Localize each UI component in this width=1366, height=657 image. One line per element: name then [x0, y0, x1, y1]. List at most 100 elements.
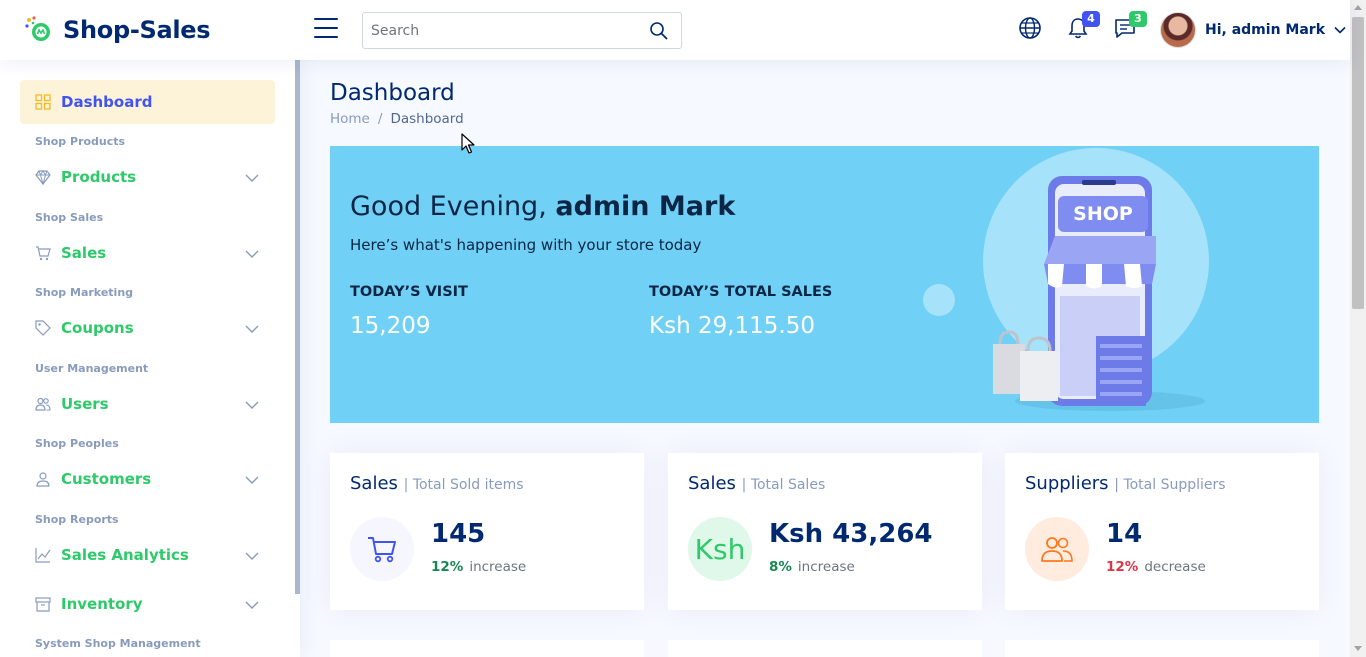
card-icon-circle: Ksh: [688, 517, 752, 581]
tag-icon: [35, 320, 51, 336]
brand-logo[interactable]: Shop-Sales: [24, 14, 211, 46]
search-button[interactable]: [649, 21, 669, 41]
card-title: Sales | Total Sold items: [350, 473, 524, 494]
hamburger-line: [314, 27, 338, 29]
globe-icon: [1019, 17, 1041, 39]
card-stub: [1005, 640, 1319, 657]
sidebar-heading-system-management: System Shop Management: [35, 637, 201, 650]
messages-badge: 3: [1129, 11, 1147, 27]
breadcrumb-home-link[interactable]: Home: [330, 111, 370, 127]
users-icon: [35, 396, 51, 412]
card-value: 14: [1106, 519, 1143, 549]
greeting-prefix: Good Evening,: [350, 191, 547, 222]
chevron-down-icon: [245, 250, 259, 258]
notifications-badge: 4: [1082, 11, 1100, 27]
card-change-percent: 12%: [1106, 559, 1139, 575]
card-change: 12% increase: [431, 559, 526, 575]
sidebar-toggle-button[interactable]: [314, 18, 338, 40]
sidebar-item-coupons[interactable]: Coupons: [20, 306, 275, 350]
search-icon: [650, 22, 668, 40]
breadcrumb-current: Dashboard: [390, 111, 464, 127]
sidebar: Dashboard Shop Products Products Shop Sa…: [0, 60, 300, 657]
profile-name: Hi, admin Mark: [1205, 22, 1325, 38]
breadcrumb: Home / Dashboard: [330, 111, 464, 127]
card-icon-circle: [1025, 517, 1089, 581]
sidebar-item-label: Dashboard: [61, 93, 153, 111]
top-header: Shop-Sales 4 3 Hi, admin Mark: [0, 0, 1350, 60]
search-input[interactable]: [363, 13, 633, 48]
sidebar-heading-user-management: User Management: [35, 362, 149, 375]
hamburger-line: [314, 36, 338, 38]
todays-sales-label: TODAY’S TOTAL SALES: [649, 284, 833, 300]
card-title-sub: | Total Sales: [741, 477, 826, 493]
card-title-main: Sales: [350, 473, 398, 494]
stat-card-sold-items: Sales | Total Sold items 145 12% increase: [330, 453, 644, 610]
sidebar-item-customers[interactable]: Customers: [20, 457, 275, 501]
chevron-down-icon: [245, 174, 259, 182]
card-stub: [668, 640, 982, 657]
card-title: Sales | Total Sales: [688, 473, 825, 494]
sidebar-item-dashboard[interactable]: Dashboard: [20, 80, 275, 124]
sidebar-item-users[interactable]: Users: [20, 382, 275, 426]
page-title: Dashboard: [330, 80, 455, 106]
person-icon: [35, 471, 51, 487]
scroll-down-arrow[interactable]: [1354, 646, 1362, 651]
todays-visit-label: TODAY’S VISIT: [350, 284, 468, 300]
profile-menu[interactable]: Hi, admin Mark: [1160, 12, 1347, 48]
illustration-shop-label: SHOP: [1073, 203, 1133, 225]
sidebar-item-inventory[interactable]: Inventory: [20, 582, 275, 626]
cart-icon: [35, 245, 51, 261]
todays-visit-value: 15,209: [350, 313, 431, 339]
card-change-word: increase: [469, 559, 527, 575]
scroll-up-arrow[interactable]: [1354, 5, 1362, 10]
notifications-button[interactable]: 4: [1066, 11, 1100, 42]
card-icon-circle: [350, 517, 414, 581]
search-bar: [362, 12, 682, 49]
card-change-word: increase: [797, 559, 855, 575]
card-title-sub: | Total Suppliers: [1114, 477, 1226, 493]
messages-button[interactable]: 3: [1113, 11, 1147, 42]
sidebar-item-label: Coupons: [61, 319, 134, 337]
welcome-banner: Good Evening, admin Mark Here’s what's h…: [330, 146, 1319, 423]
sidebar-item-sales[interactable]: Sales: [20, 231, 275, 275]
scroll-thumb[interactable]: [1352, 17, 1364, 309]
sidebar-heading-shop-sales: Shop Sales: [35, 211, 104, 224]
sidebar-item-label: Sales Analytics: [61, 546, 189, 564]
card-title-main: Suppliers: [1025, 473, 1109, 494]
sidebar-item-sales-analytics[interactable]: Sales Analytics: [20, 533, 275, 577]
card-change: 12% decrease: [1106, 559, 1206, 575]
chevron-down-icon: [245, 401, 259, 409]
sidebar-heading-shop-products: Shop Products: [35, 135, 126, 148]
sidebar-heading-shop-marketing: Shop Marketing: [35, 286, 134, 299]
greeting-name: admin Mark: [555, 191, 736, 222]
avatar: [1160, 12, 1196, 48]
main-content: Dashboard Home / Dashboard Good Evening,…: [300, 60, 1350, 657]
sidebar-item-products[interactable]: Products: [20, 155, 275, 199]
sidebar-heading-shop-peoples: Shop Peoples: [35, 437, 119, 450]
sidebar-heading-shop-reports: Shop Reports: [35, 513, 119, 526]
greeting-heading: Good Evening, admin Mark: [350, 191, 735, 222]
chevron-down-icon: [245, 325, 259, 333]
brand-name: Shop-Sales: [63, 16, 211, 44]
card-title-sub: | Total Sold items: [403, 477, 524, 493]
greeting-subtitle: Here’s what's happening with your store …: [350, 236, 702, 254]
card-title-main: Sales: [688, 473, 736, 494]
language-button[interactable]: [1018, 16, 1044, 42]
page-scrollbar[interactable]: [1350, 0, 1366, 657]
card-value: 145: [431, 519, 486, 549]
card-value: Ksh 43,264: [769, 519, 933, 549]
chevron-down-icon: [1334, 26, 1346, 34]
grid-icon: [35, 94, 51, 110]
card-change-percent: 8%: [769, 559, 792, 575]
sidebar-item-label: Customers: [61, 470, 152, 488]
card-stub: [330, 640, 644, 657]
breadcrumb-separator: /: [377, 111, 383, 127]
logo-icon: [24, 15, 54, 45]
cart-icon: [368, 537, 396, 563]
sidebar-item-label: Users: [61, 395, 109, 413]
sidebar-item-label: Products: [61, 168, 137, 186]
card-title: Suppliers | Total Suppliers: [1025, 473, 1226, 494]
todays-sales-value: Ksh 29,115.50: [649, 313, 816, 339]
hamburger-icon: [314, 18, 338, 20]
stat-card-total-sales: Sales | Total Sales Ksh Ksh 43,264 8% inc…: [668, 453, 982, 610]
